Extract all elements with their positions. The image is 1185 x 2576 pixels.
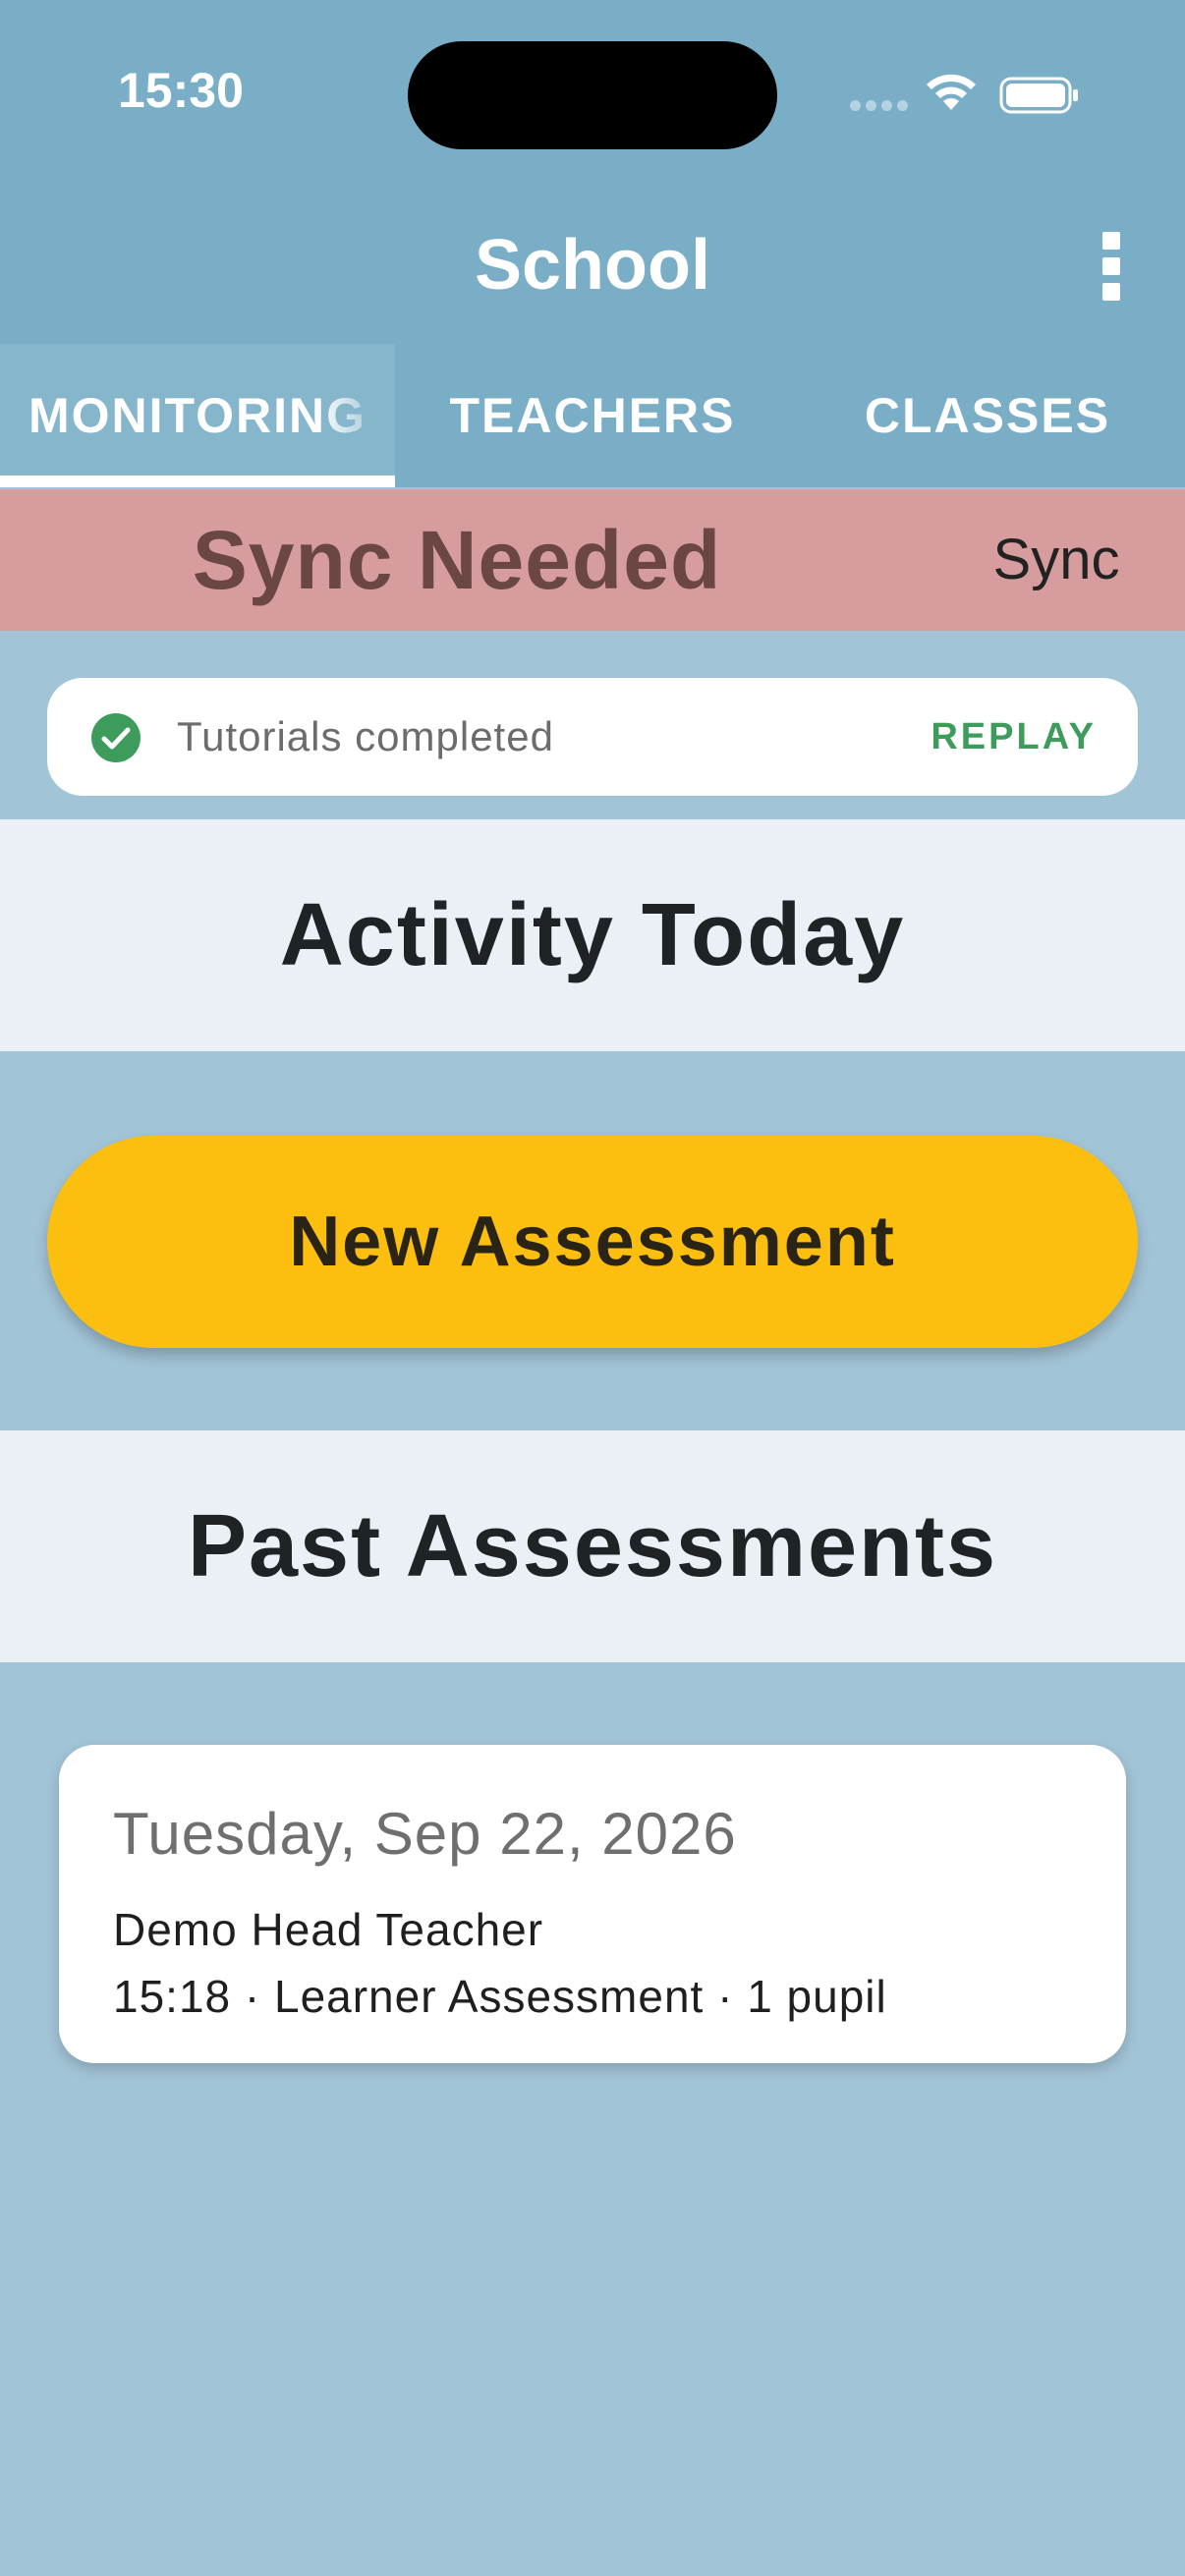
app-title: School	[474, 226, 710, 305]
tab-label: TEACHERS	[449, 388, 736, 443]
tab-teachers[interactable]: TEACHERS	[395, 344, 790, 487]
new-assessment-button[interactable]: New Assessment	[47, 1136, 1138, 1348]
sync-banner: Sync Needed Sync	[0, 489, 1185, 631]
tab-bar: MONITORING TEACHERS CLASSES	[0, 344, 1185, 487]
active-tab-indicator	[0, 476, 395, 487]
assessment-detail: 15:18 · Learner Assessment · 1 pupil	[113, 1971, 887, 2022]
status-time: 15:30	[118, 63, 244, 118]
assessment-teacher: Demo Head Teacher	[113, 1904, 544, 1955]
tutorial-status: Tutorials completed REPLAY	[47, 678, 1138, 796]
dynamic-island	[408, 41, 777, 149]
more-vertical-icon[interactable]	[1097, 228, 1130, 303]
past-assessments-heading: Past Assessments	[0, 1430, 1185, 1662]
tab-monitoring[interactable]: MONITORING	[0, 344, 395, 487]
assessment-card[interactable]: Tuesday, Sep 22, 2026 Demo Head Teacher …	[59, 1745, 1126, 2063]
tab-overflow-fade	[316, 344, 395, 487]
sync-title: Sync Needed	[192, 514, 722, 606]
activity-heading: Activity Today	[0, 819, 1185, 1051]
app-header: 15:30 School MONITORING TEACHERS CLASSES	[0, 0, 1185, 487]
tab-classes[interactable]: CLASSES	[790, 344, 1185, 487]
battery-icon	[999, 77, 1078, 114]
tab-label: CLASSES	[864, 388, 1111, 443]
tutorial-text: Tutorials completed	[177, 713, 554, 759]
check-circle-icon	[91, 713, 141, 762]
sync-button[interactable]: Sync	[968, 489, 1145, 631]
assessment-date: Tuesday, Sep 22, 2026	[113, 1801, 737, 1867]
wifi-icon	[927, 74, 976, 110]
replay-button[interactable]: REPLAY	[931, 678, 1097, 796]
